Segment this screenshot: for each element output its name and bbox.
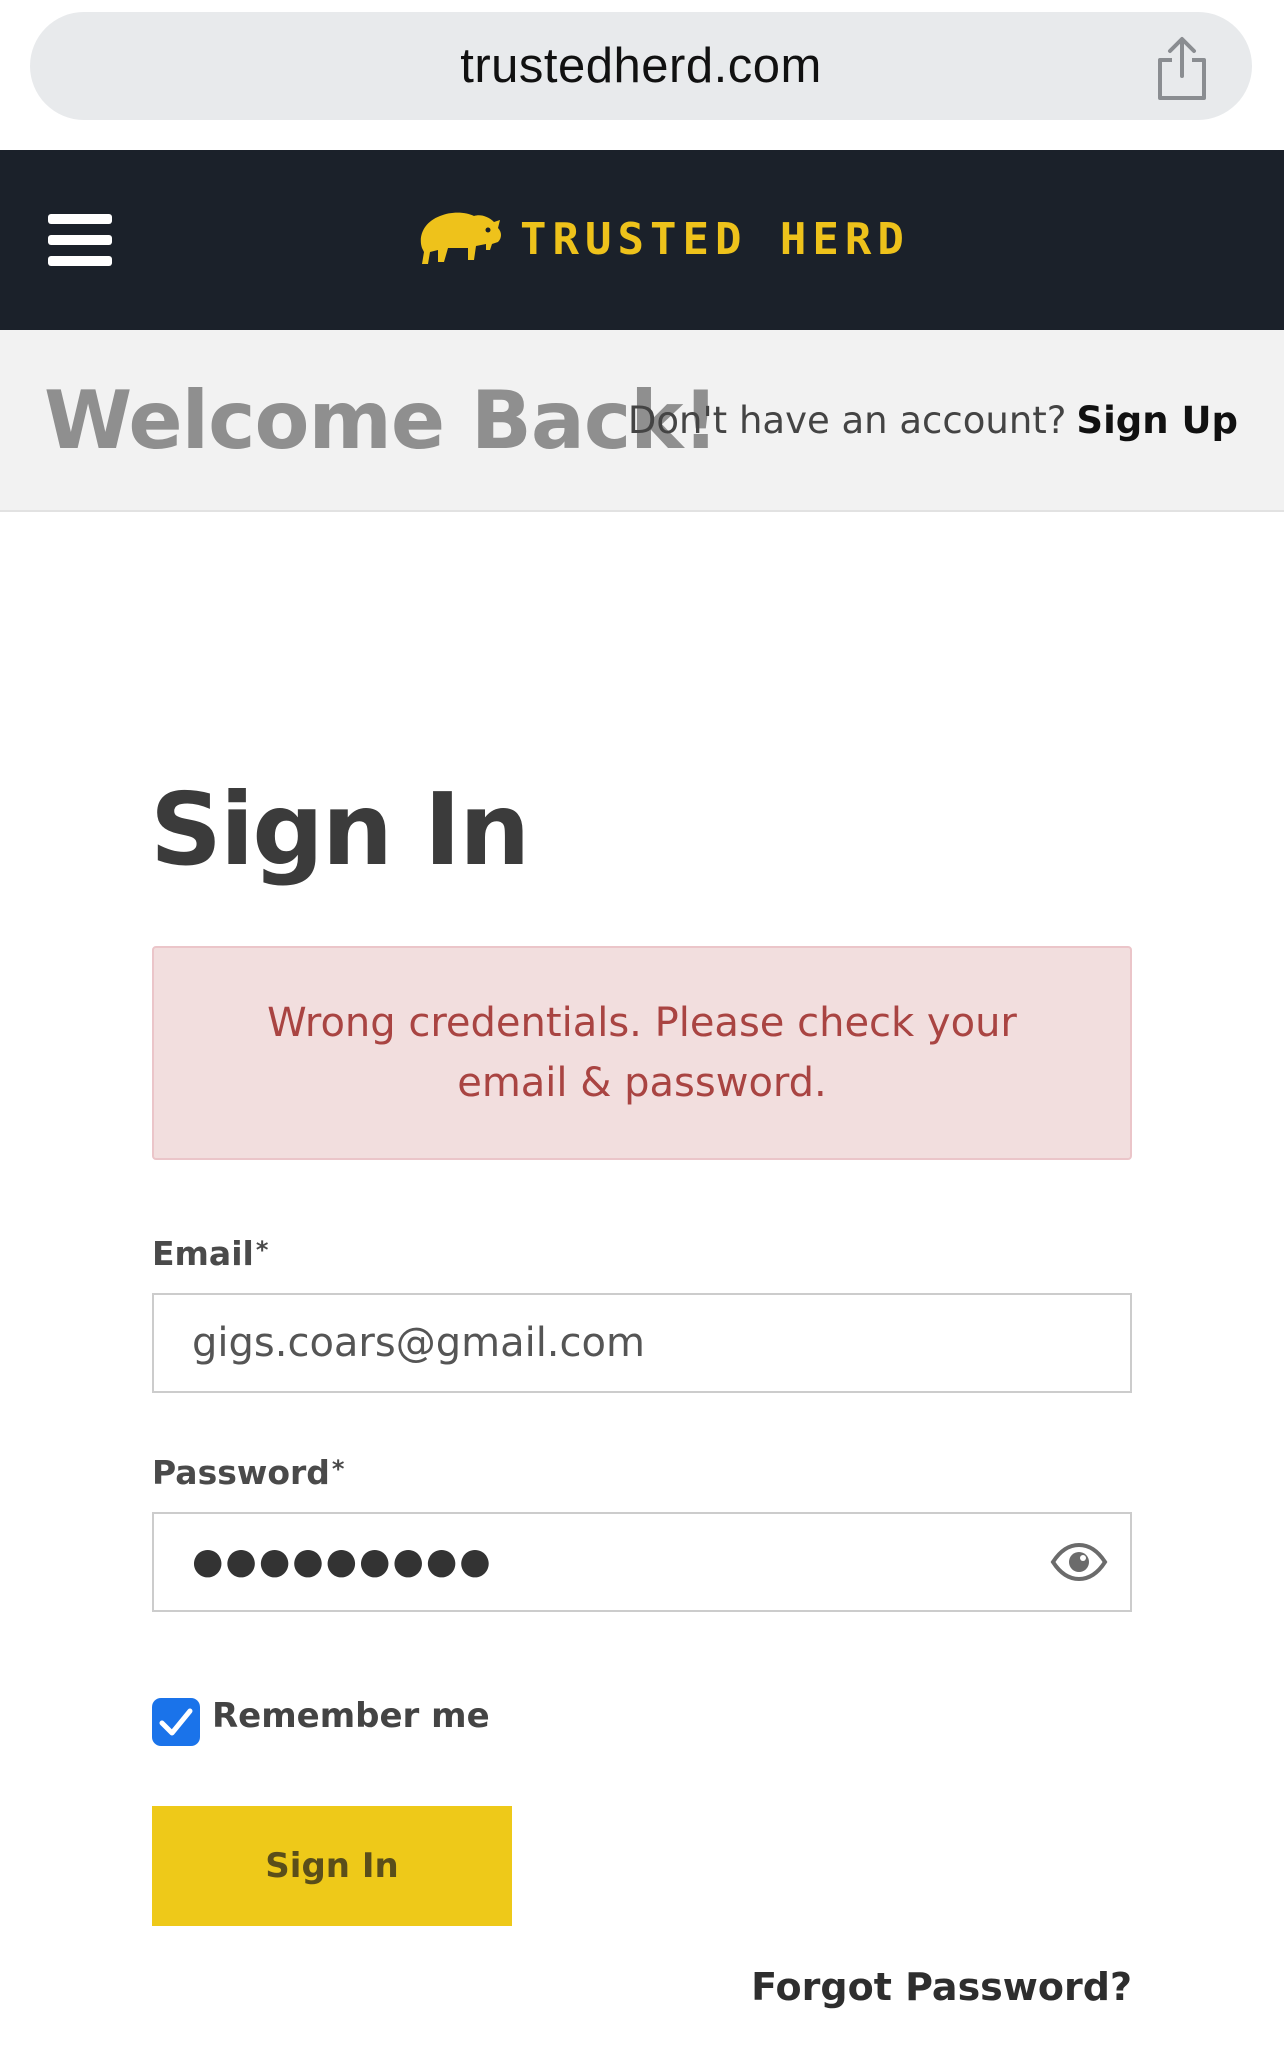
browser-url-area: trustedherd.com — [0, 0, 1284, 150]
password-field[interactable]: ●●●●●●●●● — [152, 1512, 1132, 1612]
password-label-text: Password — [152, 1453, 330, 1492]
email-field[interactable]: gigs.coars@gmail.com — [152, 1293, 1132, 1393]
eye-icon[interactable] — [1050, 1542, 1108, 1582]
email-value: gigs.coars@gmail.com — [192, 1320, 645, 1366]
required-marker: * — [255, 1236, 269, 1264]
brand-logo-link[interactable]: TRUSTED HERD — [414, 200, 904, 280]
url-text[interactable]: trustedherd.com — [30, 12, 1252, 120]
checkmark-icon — [159, 1708, 193, 1736]
signup-prompt: Don't have an account? — [627, 399, 1067, 442]
top-navbar: TRUSTED HERD — [0, 150, 1284, 330]
password-label: Password* — [152, 1448, 344, 1498]
password-masked-value: ●●●●●●●●● — [192, 1541, 493, 1582]
address-bar[interactable]: trustedherd.com — [30, 12, 1252, 120]
hamburger-menu-icon[interactable] — [48, 214, 112, 266]
error-alert: Wrong credentials. Please check your ema… — [152, 946, 1132, 1160]
email-label: Email* — [152, 1229, 268, 1279]
error-alert-message: Wrong credentials. Please check your ema… — [267, 1000, 1017, 1106]
remember-me-checkbox[interactable] — [152, 1698, 200, 1746]
sign-in-button[interactable]: Sign In — [152, 1806, 512, 1926]
brand-name: TRUSTED HERD — [520, 214, 910, 265]
required-marker: * — [331, 1455, 345, 1483]
page-title: Sign In — [150, 771, 530, 888]
bison-logo-icon — [420, 212, 501, 264]
welcome-bar: Welcome Back! Don't have an account? Sign… — [0, 330, 1284, 512]
signup-prompt-line: Don't have an account? Sign Up — [628, 330, 1238, 512]
signup-link[interactable]: Sign Up — [1076, 399, 1238, 442]
share-icon[interactable] — [1152, 36, 1212, 102]
forgot-password-link[interactable]: Forgot Password? — [751, 1960, 1132, 2014]
remember-me-label[interactable]: Remember me — [212, 1694, 490, 1738]
email-label-text: Email — [152, 1234, 254, 1273]
welcome-title: Welcome Back! — [44, 374, 719, 467]
